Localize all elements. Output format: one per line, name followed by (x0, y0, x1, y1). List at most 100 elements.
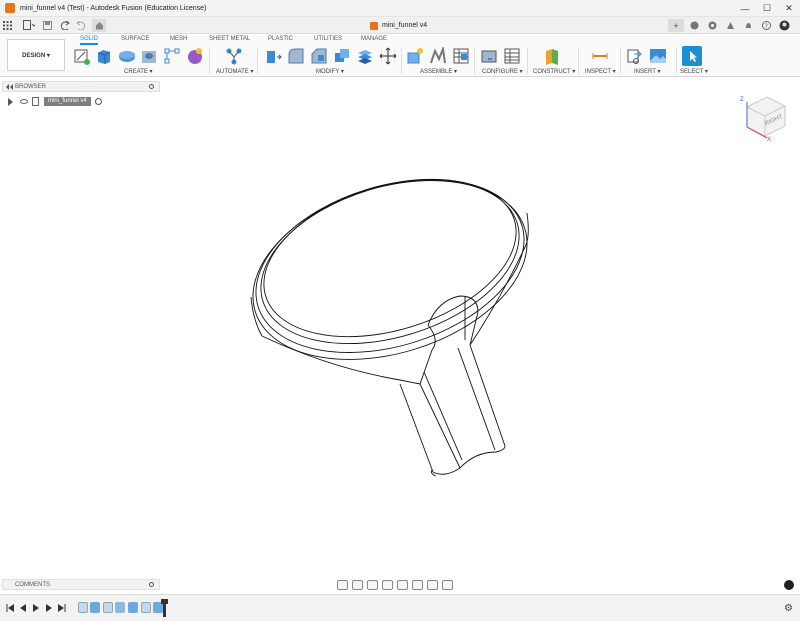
axis-x-label: X (767, 137, 771, 142)
file-menu-icon[interactable] (22, 19, 36, 32)
collapse-panel-icon[interactable] (6, 84, 13, 90)
joint-icon[interactable] (429, 45, 447, 65)
timeline-sketch-feature[interactable] (78, 602, 88, 613)
configure-group-label[interactable]: CONFIGURE ▾ (482, 68, 523, 75)
data-panel-grid-icon[interactable] (0, 19, 14, 32)
tab-solid[interactable]: SOLID (80, 36, 99, 45)
timeline-next-icon[interactable] (44, 603, 53, 613)
document-tab[interactable]: mini_funnel v4 (370, 19, 427, 32)
press-pull-icon[interactable] (264, 47, 282, 65)
inspect-group-label[interactable]: INSPECT ▾ (585, 68, 616, 75)
look-at-icon[interactable] (352, 579, 363, 590)
hole-icon[interactable] (140, 47, 158, 65)
measure-icon[interactable] (591, 47, 609, 65)
zoom-icon[interactable] (382, 579, 393, 590)
timeline-settings-gear-icon[interactable]: ⚙ (784, 603, 793, 614)
zoom-window-icon[interactable] (397, 579, 408, 590)
tab-plastic[interactable]: PLASTIC (268, 36, 293, 42)
home-icon[interactable] (92, 18, 106, 32)
tab-utilities[interactable]: UTILITIES (314, 36, 342, 42)
select-icon[interactable] (682, 46, 702, 66)
automate-icon[interactable] (225, 47, 243, 65)
insert-canvas-icon[interactable] (649, 47, 667, 65)
insert-group-label[interactable]: INSERT ▾ (634, 68, 660, 75)
viewcube[interactable]: RIGHT Z X (737, 92, 792, 143)
configuration-table-icon[interactable] (503, 47, 521, 65)
construct-group-label[interactable]: CONSTRUCT ▾ (533, 68, 575, 75)
modify-group-label[interactable]: MODIFY ▾ (316, 68, 344, 75)
timeline-prev-icon[interactable] (18, 603, 27, 613)
help-icon[interactable]: ? (758, 19, 774, 32)
tab-surface[interactable]: SURFACE (121, 36, 149, 42)
extensions-icon[interactable] (686, 19, 702, 32)
browser-panel-header[interactable]: BROWSER (2, 81, 160, 92)
new-component-icon[interactable] (406, 47, 424, 65)
timeline-sketch-feature[interactable] (141, 602, 151, 613)
expand-arrow-icon[interactable] (8, 97, 13, 106)
tab-mesh[interactable]: MESH (170, 36, 187, 42)
comments-title: COMMENTS (15, 581, 50, 588)
tab-sheet-metal[interactable]: SHEET METAL (209, 36, 250, 42)
funnel-model[interactable] (240, 170, 540, 490)
toolbar-separator (474, 48, 475, 74)
job-status-icon[interactable] (704, 19, 720, 32)
orbit-icon[interactable] (337, 579, 348, 590)
automate-group-label[interactable]: AUTOMATE ▾ (216, 68, 253, 75)
grid-snaps-icon[interactable] (427, 579, 438, 590)
timeline-shell-feature[interactable] (128, 602, 138, 613)
pan-icon[interactable] (367, 579, 378, 590)
browser-pin-icon[interactable] (149, 84, 154, 89)
create-group-label[interactable]: CREATE ▾ (124, 68, 153, 75)
maximize-button[interactable]: ☐ (756, 0, 778, 17)
create-sketch-icon[interactable] (73, 47, 91, 65)
move-copy-icon[interactable] (379, 47, 397, 65)
undo-icon[interactable] (60, 19, 74, 32)
form-icon[interactable] (186, 47, 204, 65)
comments-add-icon[interactable] (149, 582, 154, 587)
close-button[interactable]: ✕ (778, 0, 800, 17)
construct-plane-icon[interactable] (543, 47, 561, 65)
notifications-icon[interactable] (722, 19, 738, 32)
window-titlebar: mini_funnel v4 (Test) - Autodesk Fusion … (0, 0, 800, 17)
document-node-icon (32, 97, 39, 106)
fillet-icon[interactable] (287, 47, 305, 65)
assistant-icon[interactable] (784, 580, 794, 590)
extrude-icon[interactable] (95, 47, 113, 65)
visibility-eye-icon[interactable] (20, 99, 28, 104)
timeline-sketch-feature[interactable] (103, 602, 113, 613)
activate-target-icon[interactable] (94, 98, 102, 105)
timeline-extrude-feature[interactable] (90, 602, 100, 613)
minimize-button[interactable]: — (734, 0, 756, 17)
save-icon[interactable] (40, 19, 54, 32)
combine-icon[interactable] (333, 47, 351, 65)
redo-icon[interactable] (74, 19, 88, 32)
chamfer-icon[interactable] (310, 47, 328, 65)
display-settings-icon[interactable] (412, 579, 423, 590)
assemble-group-label[interactable]: ASSEMBLE ▾ (420, 68, 457, 75)
browser-root-node[interactable]: mini_funnel v4 (8, 96, 102, 107)
workspace-switcher[interactable]: DESIGN ▾ (7, 39, 65, 71)
tab-manage[interactable]: MANAGE (361, 36, 387, 42)
timeline-play-icon[interactable] (31, 603, 40, 613)
pattern-icon[interactable] (163, 47, 181, 65)
timeline-bar: ⚙ (0, 594, 800, 621)
select-group-label[interactable]: SELECT ▾ (680, 68, 708, 75)
new-tab-icon[interactable]: + (668, 19, 684, 32)
timeline-last-icon[interactable] (57, 603, 66, 613)
assemble-table-icon[interactable] (452, 47, 470, 65)
browser-root-label[interactable]: mini_funnel v4 (44, 97, 91, 106)
toolbar-separator (620, 48, 621, 74)
toolbar-separator (209, 48, 210, 74)
viewports-icon[interactable] (442, 579, 453, 590)
timeline-marker[interactable] (161, 599, 168, 617)
comments-panel-header[interactable]: COMMENTS (2, 579, 160, 590)
timeline-first-icon[interactable] (5, 603, 14, 613)
timeline-revolve-feature[interactable] (115, 602, 125, 613)
appbar-right-icons: + ? (668, 19, 792, 32)
revolve-icon[interactable] (118, 47, 136, 65)
bell-icon[interactable] (740, 19, 756, 32)
split-body-icon[interactable] (356, 47, 374, 65)
user-avatar-icon[interactable] (776, 19, 792, 32)
insert-derive-icon[interactable] (626, 47, 644, 65)
configure-icon[interactable] (480, 47, 498, 65)
